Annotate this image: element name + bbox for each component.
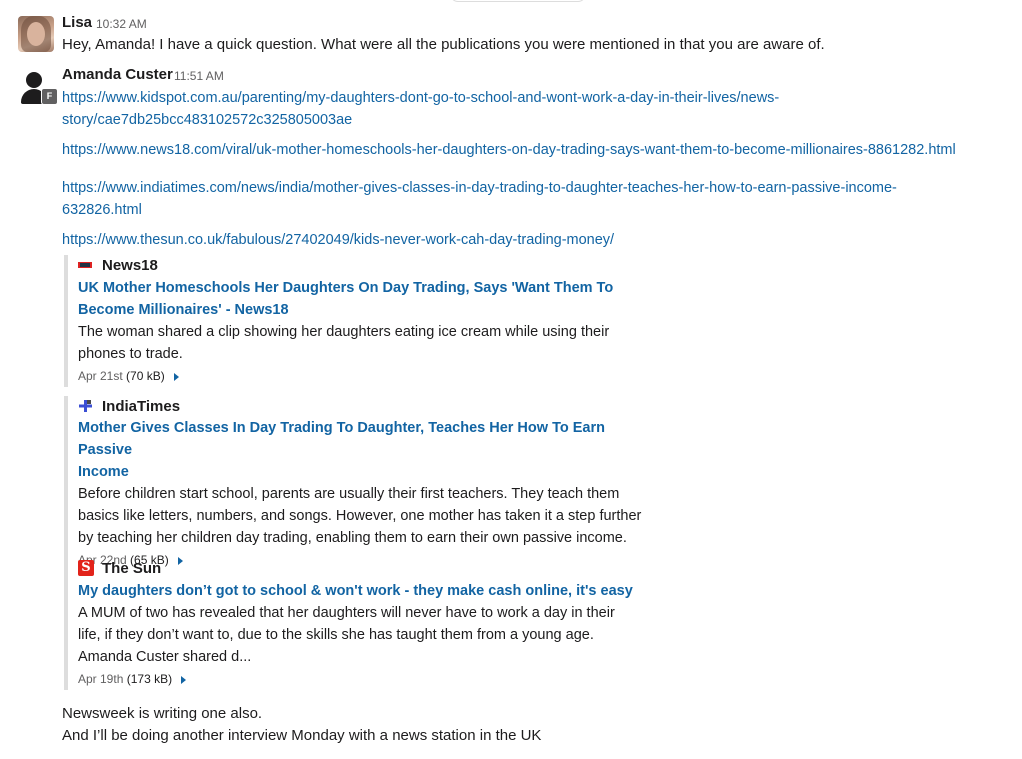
preview-title-line[interactable]: Mother Gives Classes In Day Trading To D…	[78, 417, 658, 461]
expand-caret-icon[interactable]	[181, 675, 187, 684]
link-preview-news18: News18 UK Mother Homeschools Her Daughte…	[64, 255, 658, 387]
preview-description-line: by teaching her children day trading, en…	[78, 530, 627, 546]
preview-date: Apr 19th	[78, 672, 124, 686]
link-thesun[interactable]: https://www.thesun.co.uk/fabulous/274020…	[62, 229, 614, 251]
avatar[interactable]	[18, 16, 54, 52]
preview-header: IndiaTimes	[78, 396, 658, 416]
message-text: Newsweek is writing one also.	[62, 705, 263, 722]
message-timestamp[interactable]: 10:32 AM	[96, 17, 147, 31]
preview-description-line: The woman shared a clip showing her daug…	[78, 324, 610, 340]
new-messages-pill[interactable]	[450, 0, 586, 2]
preview-description-line: phones to trade.	[78, 346, 183, 362]
preview-source[interactable]: The Sun	[102, 560, 161, 577]
preview-header: News18	[78, 255, 658, 275]
the-sun-logo-icon: S	[78, 560, 94, 576]
preview-size: (70 kB)	[126, 369, 165, 383]
preview-source[interactable]: IndiaTimes	[102, 398, 180, 415]
message-text: And I’ll be doing another interview Mond…	[62, 727, 542, 744]
preview-description-line: A MUM of two has revealed that her daugh…	[78, 605, 615, 621]
link-preview-thesun: S The Sun My daughters don’t got to scho…	[64, 558, 658, 690]
preview-title-line[interactable]: UK Mother Homeschools Her Daughters On D…	[78, 277, 658, 299]
message-timestamp[interactable]: 11:51 AM	[174, 69, 224, 83]
link-indiatimes[interactable]: https://www.indiatimes.com/news/india/mo…	[62, 177, 897, 199]
preview-meta: Apr 21st (70 kB)	[78, 365, 658, 387]
user-badge: F	[41, 88, 58, 105]
link-preview-indiatimes: IndiaTimes Mother Gives Classes In Day T…	[64, 396, 658, 571]
indiatimes-logo-icon	[78, 399, 94, 413]
avatar[interactable]: F	[18, 68, 58, 105]
author-name[interactable]: Amanda Custer	[62, 66, 173, 83]
preview-size: (173 kB)	[126, 672, 173, 686]
preview-source[interactable]: News18	[102, 257, 158, 274]
link-news18[interactable]: https://www.news18.com/viral/uk-mother-h…	[62, 139, 956, 161]
expand-caret-icon[interactable]	[174, 372, 180, 381]
preview-description-line: Before children start school, parents ar…	[78, 486, 620, 502]
author-name[interactable]: Lisa	[62, 14, 92, 31]
link-kidspot[interactable]: https://www.kidspot.com.au/parenting/my-…	[62, 87, 779, 109]
link-kidspot-cont[interactable]: story/cae7db25bcc483102572c325805003ae	[62, 109, 352, 131]
preview-title-line[interactable]: Become Millionaires' - News18	[78, 299, 658, 321]
news18-logo-icon	[78, 258, 94, 272]
preview-title-line[interactable]: Income	[78, 461, 658, 483]
preview-description-line: life, if they don’t want to, due to the …	[78, 627, 594, 643]
preview-date: Apr 21st	[78, 369, 123, 383]
message-text: Hey, Amanda! I have a quick question. Wh…	[62, 36, 825, 53]
preview-description-line: basics like letters, numbers, and songs.…	[78, 508, 642, 524]
avatar-head	[26, 72, 42, 88]
preview-description-line: Amanda Custer shared d...	[78, 649, 252, 665]
preview-header: S The Sun	[78, 558, 658, 578]
preview-meta: Apr 19th (173 kB)	[78, 668, 658, 690]
preview-title-line[interactable]: My daughters don’t got to school & won't…	[78, 580, 658, 602]
link-indiatimes-cont[interactable]: 632826.html	[62, 199, 142, 221]
avatar-face	[27, 22, 45, 46]
